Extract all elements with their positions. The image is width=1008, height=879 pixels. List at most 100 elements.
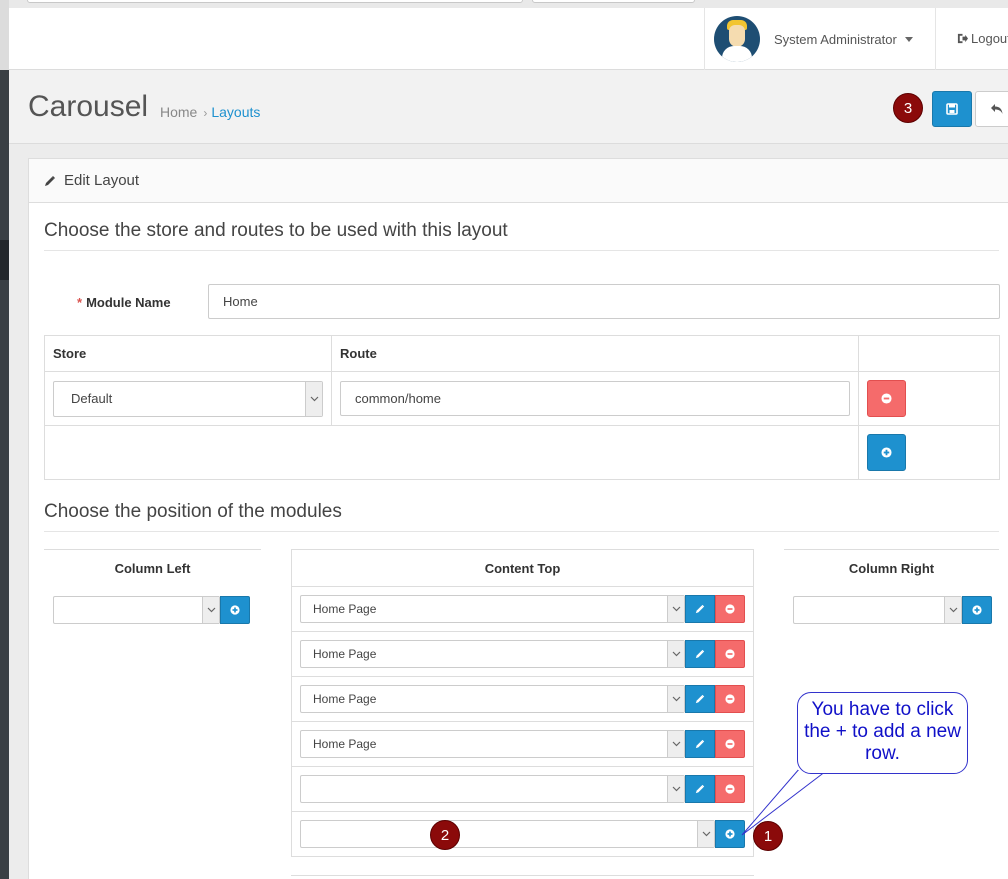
- plus-circle-icon: [972, 605, 982, 615]
- column-left-select-arrow[interactable]: [202, 596, 220, 624]
- page-header: Carousel Home › Layouts 3: [9, 70, 1008, 144]
- edit-module-button[interactable]: [685, 685, 715, 713]
- action-column-header: [858, 335, 1000, 372]
- content-top-module-select[interactable]: Home Page: [300, 640, 685, 668]
- logout-link[interactable]: Logout: [957, 31, 1008, 46]
- column-left-top-border: [44, 549, 261, 550]
- breadcrumb: Home › Layouts: [160, 104, 260, 120]
- chevron-down-icon: [667, 641, 684, 667]
- edit-module-button[interactable]: [685, 595, 715, 623]
- pencil-icon: [695, 694, 705, 704]
- remove-module-button[interactable]: [715, 595, 745, 623]
- column-left-title: Column Left: [114, 561, 191, 576]
- edit-module-button[interactable]: [685, 640, 715, 668]
- breadcrumb-separator-icon: ›: [203, 106, 208, 120]
- annotation-badge-3: 3: [893, 93, 923, 123]
- remove-module-button[interactable]: [715, 730, 745, 758]
- chevron-down-icon: [944, 597, 961, 623]
- top-input-1[interactable]: [27, 0, 523, 3]
- chevron-down-icon: [667, 686, 684, 712]
- chevron-down-icon: [667, 596, 684, 622]
- store-column-header: Store: [44, 335, 332, 372]
- minus-circle-icon: [725, 649, 735, 659]
- sidebar-dark-area: [0, 70, 9, 879]
- avatar: [714, 16, 760, 62]
- content-top-module-select[interactable]: [300, 775, 685, 803]
- minus-circle-icon: [725, 694, 735, 704]
- remove-module-button[interactable]: [715, 640, 745, 668]
- table-row-add: [44, 425, 1000, 480]
- column-right-select[interactable]: [793, 596, 962, 624]
- add-route-button[interactable]: [867, 434, 906, 471]
- module-select-value: Home Page: [313, 647, 377, 661]
- content-top-new-module-select[interactable]: [300, 820, 715, 848]
- sign-out-icon: [957, 33, 968, 44]
- save-button[interactable]: [932, 91, 972, 127]
- top-input-2[interactable]: [532, 0, 695, 3]
- page-title: Carousel: [28, 90, 149, 123]
- sidebar-active-item[interactable]: [0, 240, 9, 280]
- module-select-value: Home Page: [313, 737, 377, 751]
- pencil-icon: [695, 784, 705, 794]
- column-right-title: Column Right: [848, 561, 935, 576]
- content-top-divider: [291, 811, 754, 812]
- chevron-down-icon: [305, 382, 322, 416]
- user-name: System Administrator: [774, 31, 897, 47]
- content-top-module-select[interactable]: Home Page: [300, 595, 685, 623]
- chevron-down-icon: [667, 776, 684, 802]
- column-right-add-button[interactable]: [962, 596, 992, 624]
- sidebar-collapsed: [0, 0, 9, 879]
- back-button[interactable]: [975, 91, 1008, 127]
- module-name-label-text: Module Name: [86, 295, 171, 310]
- breadcrumb-home[interactable]: Home: [160, 104, 197, 120]
- legend-routes: Choose the store and routes to be used w…: [44, 220, 999, 251]
- pencil-icon: [45, 175, 55, 186]
- route-column-header: Route: [331, 335, 859, 372]
- content-top-divider: [291, 721, 754, 722]
- minus-circle-icon: [881, 393, 892, 404]
- route-input[interactable]: common/home: [340, 381, 850, 416]
- top-header: System Administrator Logout: [9, 0, 1008, 70]
- module-name-input[interactable]: Home: [208, 284, 1000, 319]
- column-left-select[interactable]: [53, 596, 220, 624]
- store-select-value: Default: [71, 391, 113, 406]
- breadcrumb-layouts[interactable]: Layouts: [211, 104, 260, 120]
- pencil-icon: [695, 739, 705, 749]
- store-select[interactable]: Default: [53, 381, 323, 417]
- content-top-divider: [291, 676, 754, 677]
- edit-module-button[interactable]: [685, 730, 715, 758]
- pencil-icon: [695, 649, 705, 659]
- plus-circle-icon: [881, 447, 892, 458]
- content-top-divider: [291, 586, 754, 587]
- content-top-module-select[interactable]: Home Page: [300, 685, 685, 713]
- chevron-down-icon: [202, 597, 219, 623]
- chevron-down-icon: [667, 731, 684, 757]
- logout-label: Logout: [971, 31, 1008, 46]
- pencil-icon: [695, 604, 705, 614]
- column-right-top-border: [784, 549, 999, 550]
- plus-circle-icon: [230, 605, 240, 615]
- remove-module-button[interactable]: [715, 685, 745, 713]
- column-left-add-button[interactable]: [220, 596, 250, 624]
- top-input-strip: [9, 0, 1008, 8]
- content-top-divider: [291, 766, 754, 767]
- content-top-divider: [291, 631, 754, 632]
- minus-circle-icon: [725, 604, 735, 614]
- user-menu[interactable]: System Administrator: [704, 8, 936, 70]
- module-name-label: * Module Name: [77, 295, 171, 310]
- panel-heading: Edit Layout: [29, 159, 1008, 203]
- panel-title: Edit Layout: [64, 172, 140, 189]
- annotation-badge-2: 2: [430, 820, 460, 850]
- content-bottom-border: [291, 875, 754, 876]
- required-asterisk: *: [77, 295, 83, 310]
- callout-note: You have to click the + to add a new row…: [797, 692, 968, 774]
- save-icon: [946, 103, 958, 115]
- remove-route-button[interactable]: [867, 380, 906, 417]
- edit-module-button[interactable]: [685, 775, 715, 803]
- minus-circle-icon: [725, 739, 735, 749]
- module-select-value: Home Page: [313, 692, 377, 706]
- module-select-value: Home Page: [313, 602, 377, 616]
- content-top-module-select[interactable]: Home Page: [300, 730, 685, 758]
- table-header-row: Store Route: [44, 335, 1000, 372]
- legend-positions: Choose the position of the modules: [44, 501, 999, 532]
